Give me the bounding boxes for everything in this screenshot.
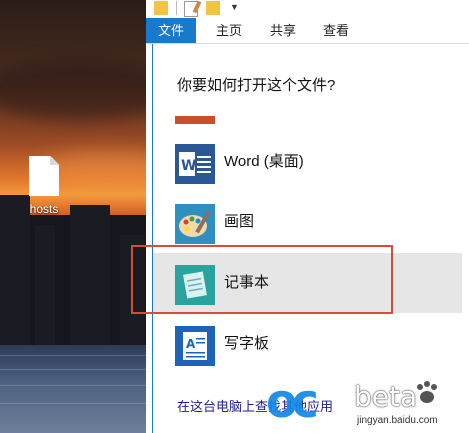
desktop-wallpaper: hosts — [0, 0, 152, 433]
new-folder-icon[interactable] — [206, 1, 220, 15]
wordpad-icon: A — [175, 326, 215, 366]
tab-file[interactable]: 文件 — [146, 18, 197, 43]
tab-home[interactable]: 主页 — [204, 18, 254, 43]
svg-text:A: A — [186, 337, 196, 351]
word-icon: W — [175, 144, 215, 184]
app-item-wordpad[interactable]: A 写字板 — [153, 314, 462, 374]
app-item-paint[interactable]: 画图 — [153, 192, 462, 252]
app-name: 画图 — [224, 213, 255, 230]
quick-access-toolbar: ▼ — [146, 0, 469, 19]
svg-text:W: W — [181, 158, 196, 174]
watermark-brand: beta — [354, 380, 418, 413]
highlight-box — [131, 245, 393, 314]
ribbon-tabs: 文件 主页 共享 查看 — [146, 18, 469, 44]
desktop-file-label: hosts — [29, 202, 59, 216]
properties-icon[interactable] — [184, 1, 198, 17]
tab-share[interactable]: 共享 — [258, 18, 308, 43]
app-icon-partial — [175, 116, 215, 124]
customize-toolbar-icon[interactable]: ▼ — [230, 2, 239, 16]
folder-icon[interactable] — [154, 1, 168, 15]
watermark-url: jingyan.baidu.com — [357, 415, 438, 426]
paint-icon — [175, 204, 215, 244]
paw-icon — [417, 381, 437, 403]
app-name: Word (桌面) — [224, 153, 304, 170]
toolbar-divider — [176, 1, 177, 15]
watermark: oc beta jingyan.baidu.com — [262, 370, 469, 433]
wallpaper-skyline — [0, 195, 152, 345]
wallpaper-cloud — [0, 60, 152, 120]
file-icon — [29, 156, 59, 196]
desktop-file-hosts[interactable]: hosts — [22, 156, 66, 216]
watermark-logo: oc — [266, 374, 319, 428]
app-name: 写字板 — [224, 335, 270, 352]
tab-view[interactable]: 查看 — [311, 18, 361, 43]
wallpaper-water — [0, 345, 152, 433]
dialog-title: 你要如何打开这个文件? — [177, 77, 336, 94]
app-item-word[interactable]: W Word (桌面) — [153, 132, 462, 192]
